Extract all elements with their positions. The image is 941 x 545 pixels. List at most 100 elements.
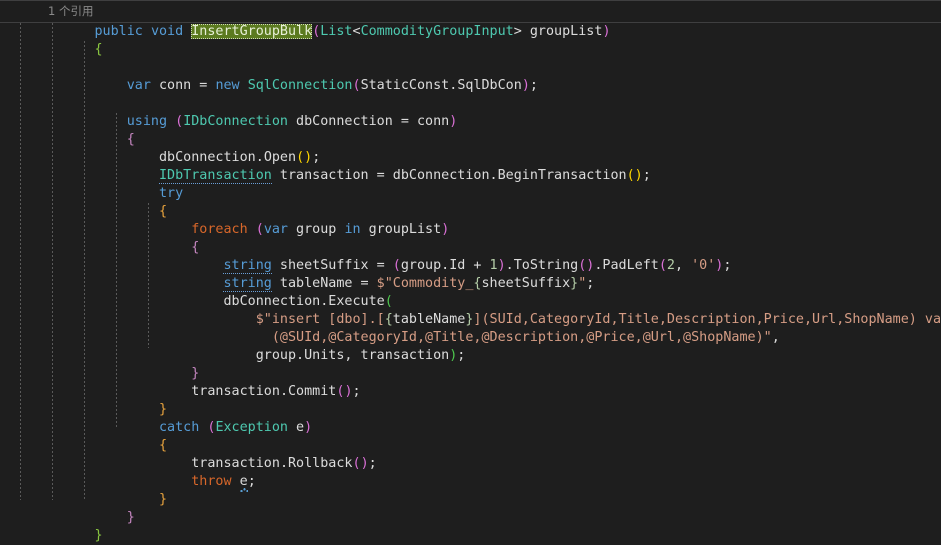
code-token: ; bbox=[247, 474, 256, 489]
code-token: ) bbox=[634, 168, 643, 183]
code-token: { bbox=[94, 42, 103, 57]
code-token: } bbox=[191, 366, 200, 381]
code-token: . bbox=[296, 348, 305, 363]
code-token: . bbox=[505, 258, 514, 273]
line-signature[interactable]: public void InsertGroupBulk(List<Commodi… bbox=[0, 23, 941, 41]
line-foreach-open-brace[interactable]: { bbox=[0, 239, 941, 257]
line-text: var conn = new SqlConnection(StaticConst… bbox=[30, 77, 538, 95]
line-sheetsuffix[interactable]: string sheetSuffix = (group.Id + 1).ToSt… bbox=[0, 257, 941, 275]
code-token: void bbox=[150, 24, 184, 39]
line-text: using (IDbConnection dbConnection = conn… bbox=[30, 113, 458, 131]
code-token: var bbox=[263, 222, 288, 237]
line-foreach-close-brace[interactable]: } bbox=[0, 365, 941, 383]
code-token: } bbox=[94, 528, 103, 543]
code-token: string bbox=[223, 276, 272, 292]
code-token: conn = bbox=[150, 78, 216, 93]
code-token: { bbox=[384, 312, 393, 327]
code-token: + bbox=[465, 258, 490, 273]
line-catch-open-brace[interactable]: { bbox=[0, 437, 941, 455]
code-token: transaction bbox=[191, 384, 280, 399]
code-token: (@SUId,@CategoryId,@Title,@Description,@… bbox=[271, 330, 772, 345]
line-execute-open[interactable]: dbConnection.Execute( bbox=[0, 293, 941, 311]
code-token: transaction = dbConnection bbox=[271, 168, 490, 183]
code-token: sheetSuffix = bbox=[271, 258, 393, 273]
code-token: { bbox=[159, 438, 168, 453]
line-blank-2[interactable] bbox=[0, 95, 941, 113]
code-editor[interactable]: 1 个引用 public void InsertGroupBulk(List<C… bbox=[0, 0, 941, 543]
line-text bbox=[30, 95, 38, 113]
codelens-reference-count[interactable]: 1 个引用 bbox=[0, 1, 93, 22]
line-method-open-brace[interactable]: { bbox=[0, 41, 941, 59]
line-using[interactable]: using (IDbConnection dbConnection = conn… bbox=[0, 113, 941, 131]
code-token: < bbox=[352, 24, 361, 39]
line-try-open-brace[interactable]: { bbox=[0, 203, 941, 221]
line-text: string sheetSuffix = (group.Id + 1).ToSt… bbox=[30, 257, 731, 275]
line-text: public void InsertGroupBulk(List<Commodi… bbox=[30, 23, 611, 41]
code-token: tableName bbox=[392, 312, 466, 327]
code-token: dbConnection bbox=[159, 150, 256, 165]
line-text: (@SUId,@CategoryId,@Title,@Description,@… bbox=[30, 329, 780, 347]
code-token: Open bbox=[263, 150, 297, 165]
code-token: ) bbox=[521, 78, 530, 93]
code-token: var bbox=[126, 78, 151, 93]
line-rollback[interactable]: transaction.Rollback(); bbox=[0, 455, 941, 473]
line-execute-args[interactable]: group.Units, transaction); bbox=[0, 347, 941, 365]
line-text: { bbox=[30, 203, 167, 221]
line-using-open-brace[interactable]: { bbox=[0, 131, 941, 149]
code-token: Execute bbox=[328, 294, 385, 309]
line-sql-1[interactable]: $"insert [dbo].[{tableName}](SUId,Catego… bbox=[0, 311, 941, 329]
line-catch-close-brace[interactable]: } bbox=[0, 491, 941, 509]
line-text: transaction.Rollback(); bbox=[30, 455, 377, 473]
code-token: { bbox=[191, 240, 200, 255]
line-commit[interactable]: transaction.Commit(); bbox=[0, 383, 941, 401]
code-token: ( bbox=[352, 78, 361, 93]
code-token: { bbox=[126, 132, 135, 147]
code-token: e bbox=[288, 420, 305, 435]
line-blank-1[interactable] bbox=[0, 59, 941, 77]
code-token: foreach bbox=[191, 222, 248, 237]
line-text: { bbox=[30, 239, 199, 257]
selected-method-name[interactable]: InsertGroupBulk bbox=[191, 24, 313, 39]
line-open[interactable]: dbConnection.Open(); bbox=[0, 149, 941, 167]
line-text bbox=[30, 59, 38, 77]
line-catch[interactable]: catch (Exception e) bbox=[0, 419, 941, 437]
code-token: { bbox=[159, 204, 168, 219]
line-throw[interactable]: throw e; bbox=[0, 473, 941, 491]
code-token: } bbox=[126, 510, 135, 525]
code-token: $"Commodity_ bbox=[376, 276, 474, 291]
code-token: ( bbox=[658, 258, 667, 273]
line-foreach[interactable]: foreach (var group in groupList) bbox=[0, 221, 941, 239]
code-content[interactable]: public void InsertGroupBulk (List<Commodi… bbox=[0, 23, 941, 545]
code-token: ; bbox=[368, 456, 377, 471]
line-text: group.Units, transaction); bbox=[30, 347, 466, 365]
code-token: 2 bbox=[666, 258, 675, 273]
line-text: catch (Exception e) bbox=[30, 419, 312, 437]
line-begin-transaction[interactable]: IDbTransaction transaction = dbConnectio… bbox=[0, 167, 941, 185]
code-token: IDbConnection bbox=[183, 114, 288, 129]
code-token: ; bbox=[457, 348, 466, 363]
line-try[interactable]: try bbox=[0, 185, 941, 203]
line-tablename[interactable]: string tableName = $"Commodity_{sheetSuf… bbox=[0, 275, 941, 293]
code-token: ) bbox=[497, 258, 506, 273]
line-var-conn[interactable]: var conn = new SqlConnection(StaticConst… bbox=[0, 77, 941, 95]
line-using-close-brace[interactable]: } bbox=[0, 509, 941, 527]
line-method-close-brace[interactable]: } bbox=[0, 527, 941, 545]
line-sql-2[interactable]: (@SUId,@CategoryId,@Title,@Description,@… bbox=[0, 329, 941, 347]
line-text: IDbTransaction transaction = dbConnectio… bbox=[30, 167, 651, 185]
line-text: throw e; bbox=[30, 473, 256, 491]
code-token: ) bbox=[304, 420, 313, 435]
line-try-close-brace[interactable]: } bbox=[0, 401, 941, 419]
code-token: using bbox=[126, 114, 168, 129]
